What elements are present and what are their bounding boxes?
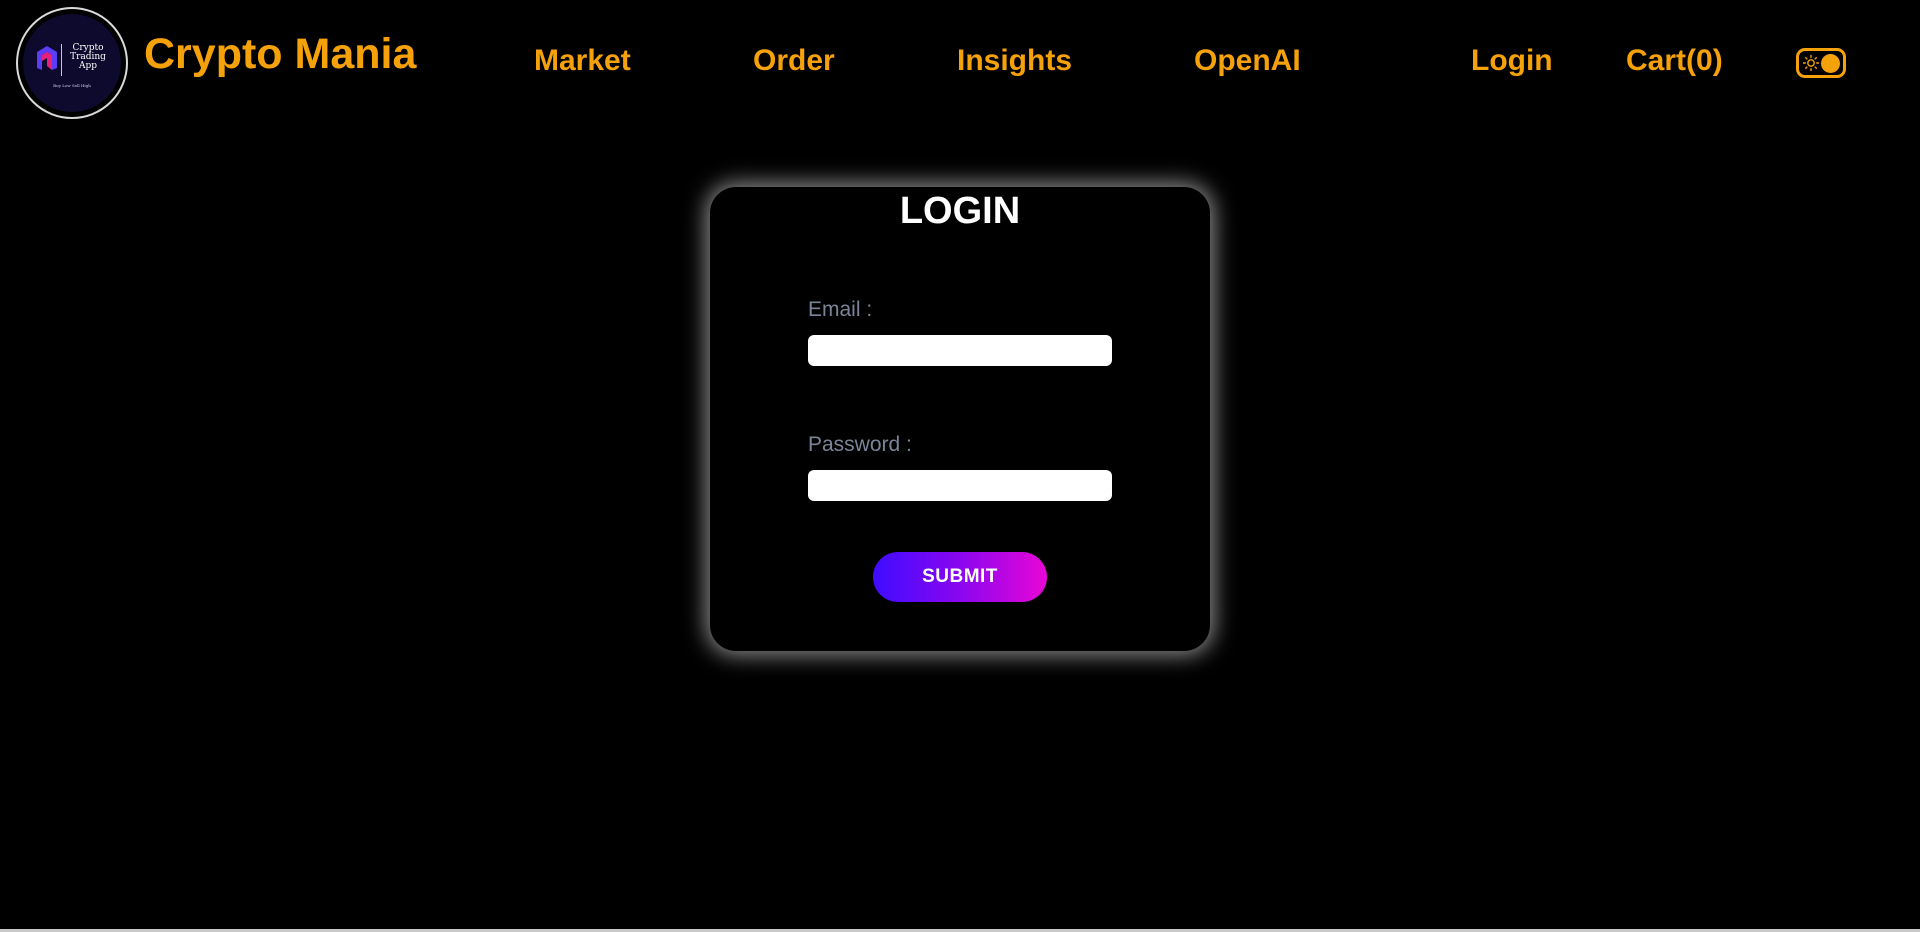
logo-badge: Crypto Trading App Buy Low Sell High	[23, 14, 121, 112]
brand-title: Crypto Mania	[144, 30, 417, 78]
crypto-app-logo-icon	[37, 46, 57, 70]
logo-text: Crypto Trading App	[65, 44, 111, 71]
crypto-app-logo[interactable]: Crypto Trading App Buy Low Sell High	[16, 7, 128, 119]
logo-tagline: Buy Low Sell High	[53, 83, 91, 88]
nav-insights[interactable]: Insights	[957, 44, 1072, 78]
nav-market[interactable]: Market	[534, 44, 631, 78]
nav-login[interactable]: Login	[1471, 44, 1553, 78]
email-label: Email :	[808, 298, 873, 321]
page: Crypto Trading App Buy Low Sell High Cry…	[0, 0, 1920, 932]
password-label: Password :	[808, 433, 912, 456]
nav-openai[interactable]: OpenAI	[1194, 44, 1301, 78]
nav-cart[interactable]: Cart(0)	[1626, 44, 1723, 78]
theme-toggle[interactable]	[1796, 48, 1846, 78]
logo-text-line: App	[78, 61, 98, 71]
toggle-knob	[1821, 54, 1840, 73]
login-title: LOGIN	[899, 190, 1021, 232]
password-field[interactable]	[808, 470, 1112, 501]
login-card: LOGIN Email : Password : SUBMIT	[710, 187, 1210, 651]
submit-button[interactable]: SUBMIT	[873, 552, 1047, 602]
nav-order[interactable]: Order	[753, 44, 835, 78]
top-navbar: Crypto Trading App Buy Low Sell High Cry…	[0, 0, 1920, 128]
email-field[interactable]	[808, 335, 1112, 366]
logo-divider	[61, 44, 62, 76]
sun-icon	[1802, 54, 1820, 72]
